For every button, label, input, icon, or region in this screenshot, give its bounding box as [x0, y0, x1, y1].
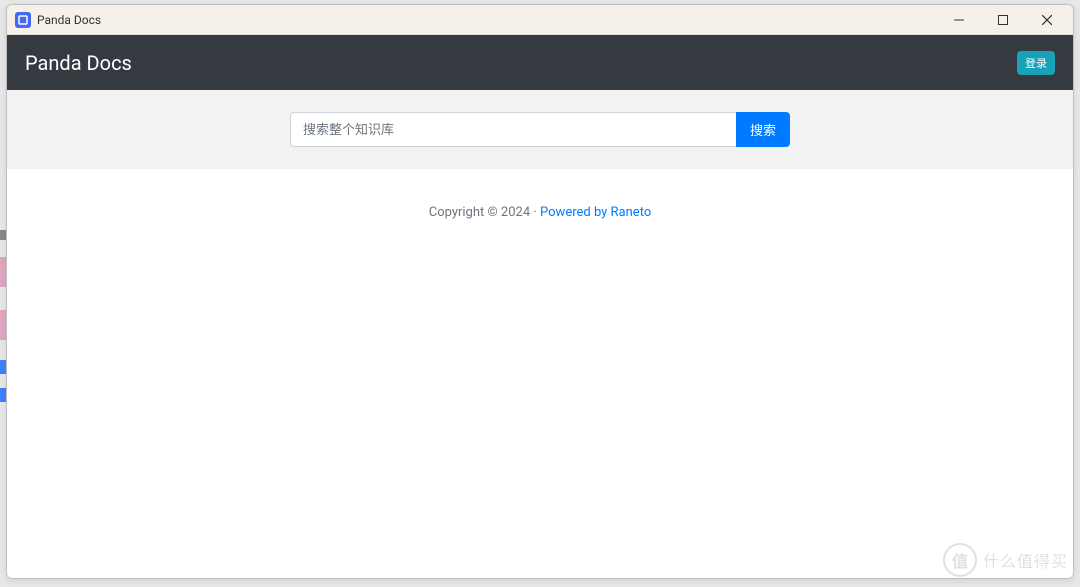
navbar: Panda Docs 登录 [7, 35, 1073, 90]
maximize-button[interactable] [981, 5, 1025, 35]
main-content: Copyright © 2024 · Powered by Raneto [7, 169, 1073, 578]
minimize-button[interactable] [937, 5, 981, 35]
search-section: 搜索 [7, 90, 1073, 169]
watermark-text: 什么值得买 [983, 548, 1068, 572]
search-form: 搜索 [290, 112, 790, 147]
search-input[interactable] [290, 112, 736, 147]
navbar-brand[interactable]: Panda Docs [25, 51, 132, 75]
window-controls [937, 5, 1069, 35]
maximize-icon [998, 15, 1008, 25]
footer: Copyright © 2024 · Powered by Raneto [7, 169, 1073, 220]
window-titlebar: Panda Docs [7, 5, 1073, 35]
watermark-badge: 值 [943, 543, 977, 577]
app-window: Panda Docs Panda Docs 登录 搜索 Copyright © … [6, 4, 1074, 579]
watermark: 值 什么值得买 [943, 543, 1068, 577]
close-button[interactable] [1025, 5, 1069, 35]
window-title: Panda Docs [37, 13, 937, 27]
app-icon [15, 12, 31, 28]
close-icon [1042, 15, 1052, 25]
powered-by-link[interactable]: Powered by Raneto [540, 205, 651, 220]
minimize-icon [954, 15, 964, 25]
login-button[interactable]: 登录 [1017, 51, 1055, 75]
search-button[interactable]: 搜索 [736, 112, 790, 147]
copyright-text: Copyright © 2024 · [429, 205, 540, 220]
